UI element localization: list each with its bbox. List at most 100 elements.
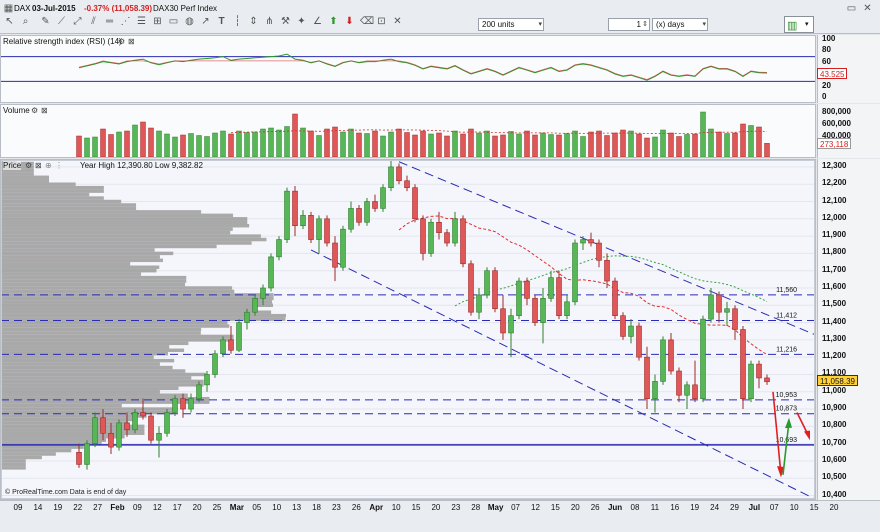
volume-tick: 800,000 <box>822 107 851 116</box>
candle-body <box>252 298 258 313</box>
volume-bar <box>532 134 538 157</box>
candle-body <box>668 339 674 372</box>
sell-arrow-icon[interactable]: ⬇ <box>344 16 355 27</box>
volume-bar <box>196 135 202 157</box>
cycle-tool-icon[interactable]: ◍ <box>184 16 195 27</box>
volume-bar <box>268 127 274 157</box>
candle-body <box>244 311 250 323</box>
fan-tool-icon[interactable]: ⋰ <box>120 16 131 27</box>
volume-profile-bar <box>1 331 201 335</box>
volume-bar <box>404 132 410 157</box>
fib-tool-icon[interactable]: ☰ <box>136 16 147 27</box>
line-tool-icon[interactable]: ⟋ <box>56 16 67 27</box>
panel-menu-icon[interactable]: ⋮ <box>55 161 63 170</box>
chart-type-button[interactable]: ▥ ▾ <box>784 16 814 33</box>
volume-bar <box>148 127 154 157</box>
magnet-icon[interactable]: ⋔ <box>264 16 275 27</box>
panel-close-icon[interactable]: ⊠ <box>41 106 48 115</box>
volume-bar <box>244 132 250 157</box>
volume-bar <box>164 133 170 157</box>
candle-body <box>748 363 754 399</box>
volume-bar <box>84 137 90 157</box>
x-tick-label: 20 <box>192 503 202 512</box>
candle-body <box>388 166 394 188</box>
scale-icon[interactable]: ⇕ <box>248 16 259 27</box>
cursor-icon[interactable]: ↖ <box>4 16 15 27</box>
candle-body <box>676 370 682 396</box>
volume-profile-bar <box>1 327 202 332</box>
volume-profile-bar <box>1 459 26 463</box>
period-unit-select[interactable]: (x) days ▾ <box>652 18 708 31</box>
candle-body <box>260 287 266 299</box>
angle-tool-icon[interactable]: ∠ <box>312 16 323 27</box>
price-tick: 10,900 <box>822 403 847 413</box>
volume-profile-bar <box>1 400 210 404</box>
volume-bar <box>620 129 626 157</box>
pencil-icon[interactable]: ✎ <box>40 16 51 27</box>
panel-settings-icon[interactable]: ⚙ <box>25 161 32 170</box>
candle-body <box>404 180 410 188</box>
candle-body <box>172 398 178 413</box>
volume-bar <box>236 130 242 157</box>
volume-bar <box>252 131 258 157</box>
eraser-icon[interactable]: ⌫ <box>360 16 374 27</box>
volume-profile-bar <box>1 435 125 439</box>
volume-profile-bar <box>1 324 230 328</box>
price-tick: 12,100 <box>822 195 847 205</box>
level-label: 10,873 <box>776 406 798 413</box>
candle-body <box>764 377 770 383</box>
candle-body <box>484 270 490 296</box>
volume-profile-bar <box>1 313 286 318</box>
volume-bar <box>724 133 730 157</box>
candle-body <box>524 280 530 299</box>
candle-body <box>588 239 594 244</box>
volume-profile-bar <box>1 251 174 256</box>
channel-tool-icon[interactable]: ⫽ <box>88 16 99 27</box>
volume-bar <box>740 123 746 157</box>
volume-profile-bar <box>1 179 50 183</box>
candle-body <box>660 339 666 382</box>
text-tool-icon[interactable]: T <box>216 16 227 27</box>
candle-body <box>276 239 282 258</box>
last-price-tag: 11,058.39 <box>817 374 858 386</box>
minimize-icon[interactable]: ▭ <box>846 3 857 14</box>
lock-icon[interactable]: ⊡ <box>376 16 387 27</box>
wand-icon[interactable]: ✦ <box>296 16 307 27</box>
volume-bar <box>468 128 474 157</box>
panel-settings-icon[interactable]: ⚙ <box>31 106 38 115</box>
volume-bar <box>228 133 234 157</box>
trend-tool-icon[interactable]: ↗ <box>200 16 211 27</box>
panel-close-icon[interactable]: ⊠ <box>128 37 135 46</box>
close-icon[interactable]: ✕ <box>862 3 873 14</box>
volume-profile-bar <box>1 220 248 224</box>
hline-tool-icon[interactable]: ═ <box>104 16 115 27</box>
units-select[interactable]: 200 units ▾ <box>478 18 544 31</box>
volume-bar <box>572 130 578 157</box>
x-tick-label: 16 <box>670 503 680 512</box>
zoom-icon[interactable]: ⌕ <box>20 16 31 27</box>
ray-tool-icon[interactable]: ⤢ <box>72 16 83 27</box>
buy-arrow-icon[interactable]: ⬆ <box>328 16 339 27</box>
volume-panel: Volume ⚙ ⊠ <box>0 104 816 158</box>
x-tick-label: 22 <box>73 503 83 512</box>
bar-style-icon[interactable]: ┆ <box>232 16 243 27</box>
symbol-label[interactable]: DAX <box>14 4 30 13</box>
volume-profile-bar <box>1 265 160 269</box>
panel-close-icon[interactable]: ⊠ <box>35 161 42 170</box>
price-tick: 10,800 <box>822 420 847 430</box>
hammer-icon[interactable]: ⚒ <box>280 16 291 27</box>
delete-icon[interactable]: ✕ <box>392 16 403 27</box>
volume-profile-bar <box>1 237 267 242</box>
volume-bar <box>428 133 434 157</box>
candle-body <box>492 270 498 310</box>
x-tick-label: 07 <box>769 503 779 512</box>
candle-body <box>476 294 482 313</box>
volume-bar <box>524 130 530 157</box>
x-tick-label: 09 <box>132 503 142 512</box>
add-indicator-icon[interactable]: ⊕ <box>45 161 52 170</box>
chart-menu-icon[interactable]: ▦ <box>3 3 14 14</box>
panel-settings-icon[interactable]: ⚙ <box>118 37 125 46</box>
rect-tool-icon[interactable]: ▭ <box>168 16 179 27</box>
grid-tool-icon[interactable]: ⊞ <box>152 16 163 27</box>
period-stepper[interactable]: 1 ⇕ <box>608 18 650 31</box>
